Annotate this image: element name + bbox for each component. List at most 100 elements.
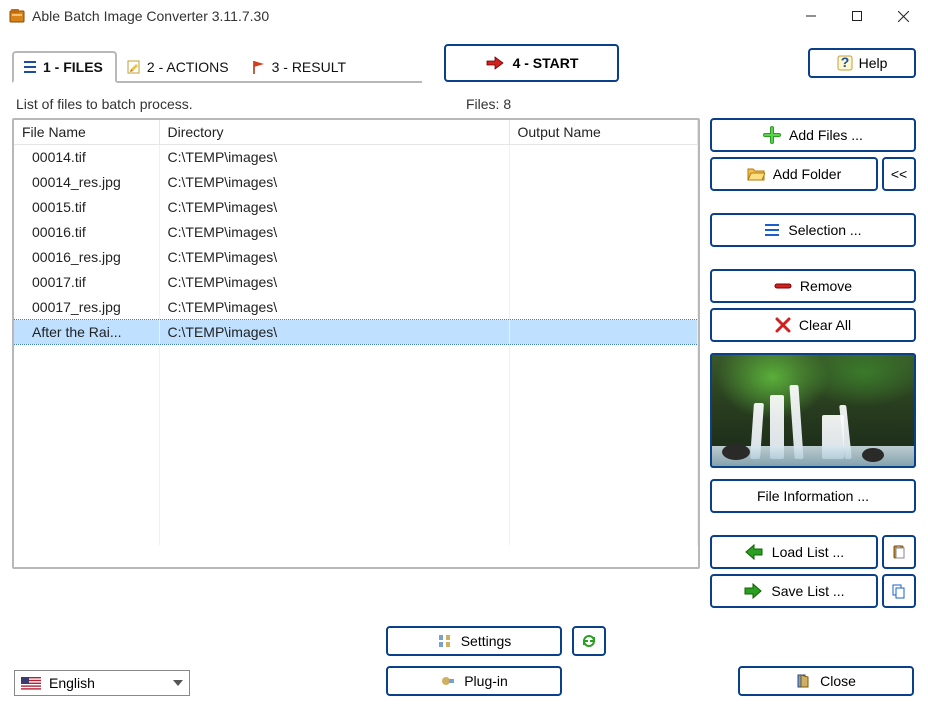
add-folder-label: Add Folder xyxy=(773,166,841,182)
flag-icon xyxy=(251,59,267,75)
cell-output xyxy=(509,295,698,320)
folder-icon xyxy=(747,166,765,182)
titlebar: Able Batch Image Converter 3.11.7.30 xyxy=(0,0,928,32)
table-row-empty xyxy=(14,395,698,420)
refresh-button[interactable] xyxy=(572,626,606,656)
language-selector[interactable]: English xyxy=(14,670,190,696)
load-list-button[interactable]: Load List ... xyxy=(710,535,878,569)
start-button[interactable]: 4 - START xyxy=(444,44,619,82)
table-row[interactable]: 00017.tifC:\TEMP\images\ xyxy=(14,270,698,295)
tab-actions[interactable]: 2 - ACTIONS xyxy=(117,52,242,81)
remove-button[interactable]: Remove xyxy=(710,269,916,303)
chevron-down-icon xyxy=(173,680,183,686)
door-icon xyxy=(796,673,812,689)
settings-icon xyxy=(437,633,453,649)
cell-directory: C:\TEMP\images\ xyxy=(159,245,509,270)
table-row[interactable]: 00014.tifC:\TEMP\images\ xyxy=(14,145,698,170)
clear-all-label: Clear All xyxy=(799,317,851,333)
table-row[interactable]: 00014_res.jpgC:\TEMP\images\ xyxy=(14,170,698,195)
window-title: Able Batch Image Converter 3.11.7.30 xyxy=(32,8,788,24)
tab-result-label: 3 - RESULT xyxy=(272,59,346,75)
clipboard-paste-icon xyxy=(891,544,907,560)
table-row[interactable]: After the Rai...C:\TEMP\images\ xyxy=(14,320,698,345)
table-row-empty xyxy=(14,470,698,495)
table-row-empty xyxy=(14,370,698,395)
app-icon xyxy=(8,7,26,25)
cell-directory: C:\TEMP\images\ xyxy=(159,295,509,320)
plus-icon xyxy=(763,126,781,144)
close-button[interactable]: Close xyxy=(738,666,914,696)
selection-label: Selection ... xyxy=(788,222,861,238)
col-header-filename[interactable]: File Name xyxy=(14,120,159,145)
remove-label: Remove xyxy=(800,278,852,294)
save-list-label: Save List ... xyxy=(771,583,844,599)
selection-button[interactable]: Selection ... xyxy=(710,213,916,247)
file-table[interactable]: File Name Directory Output Name 00014.ti… xyxy=(12,118,700,569)
tab-bar: 1 - FILES 2 - ACTIONS 3 - RESULT xyxy=(12,43,422,83)
cell-directory: C:\TEMP\images\ xyxy=(159,270,509,295)
cell-output xyxy=(509,170,698,195)
table-row-empty xyxy=(14,445,698,470)
col-header-output[interactable]: Output Name xyxy=(509,120,698,145)
cell-directory: C:\TEMP\images\ xyxy=(159,170,509,195)
plugin-button[interactable]: Plug-in xyxy=(386,666,562,696)
add-files-button[interactable]: Add Files ... xyxy=(710,118,916,152)
arrow-left-green-icon xyxy=(744,544,764,560)
selection-lines-icon xyxy=(764,223,780,237)
col-header-directory[interactable]: Directory xyxy=(159,120,509,145)
settings-label: Settings xyxy=(461,633,512,649)
svg-text:?: ? xyxy=(840,55,849,70)
close-label: Close xyxy=(820,673,856,689)
copy-list-button[interactable] xyxy=(882,574,916,608)
add-folder-button[interactable]: Add Folder xyxy=(710,157,878,191)
minus-icon xyxy=(774,281,792,291)
tab-actions-label: 2 - ACTIONS xyxy=(147,59,229,75)
minimize-button[interactable] xyxy=(788,1,834,31)
cell-directory: C:\TEMP\images\ xyxy=(159,320,509,345)
add-folder-more-button[interactable]: << xyxy=(882,157,916,191)
clear-all-button[interactable]: Clear All xyxy=(710,308,916,342)
cell-filename: 00017.tif xyxy=(14,270,159,295)
tab-files[interactable]: 1 - FILES xyxy=(12,51,117,83)
add-files-label: Add Files ... xyxy=(789,127,863,143)
save-list-button[interactable]: Save List ... xyxy=(710,574,878,608)
table-row[interactable]: 00016.tifC:\TEMP\images\ xyxy=(14,220,698,245)
table-row-empty xyxy=(14,520,698,545)
table-row-empty xyxy=(14,420,698,445)
arrow-right-green-icon xyxy=(743,583,763,599)
chevron-left-double-icon: << xyxy=(891,166,907,182)
settings-button[interactable]: Settings xyxy=(386,626,562,656)
edit-icon xyxy=(126,59,142,75)
cell-filename: 00016_res.jpg xyxy=(14,245,159,270)
cell-output xyxy=(509,245,698,270)
plugin-label: Plug-in xyxy=(464,673,508,689)
copy-icon xyxy=(891,583,907,599)
start-label: 4 - START xyxy=(513,55,579,71)
help-button[interactable]: ? Help xyxy=(808,48,916,78)
cell-filename: 00017_res.jpg xyxy=(14,295,159,320)
table-row-empty xyxy=(14,345,698,370)
cell-directory: C:\TEMP\images\ xyxy=(159,220,509,245)
refresh-icon xyxy=(580,632,598,650)
cell-directory: C:\TEMP\images\ xyxy=(159,195,509,220)
close-window-button[interactable] xyxy=(880,1,926,31)
files-count: Files: 8 xyxy=(466,96,511,112)
tab-result[interactable]: 3 - RESULT xyxy=(242,52,359,81)
table-row[interactable]: 00017_res.jpgC:\TEMP\images\ xyxy=(14,295,698,320)
table-row[interactable]: 00016_res.jpgC:\TEMP\images\ xyxy=(14,245,698,270)
tab-files-label: 1 - FILES xyxy=(43,59,103,75)
table-row[interactable]: 00015.tifC:\TEMP\images\ xyxy=(14,195,698,220)
list-header-text: List of files to batch process. xyxy=(16,96,466,112)
flag-us-icon xyxy=(21,677,41,690)
maximize-button[interactable] xyxy=(834,1,880,31)
cell-output xyxy=(509,320,698,345)
paste-list-button[interactable] xyxy=(882,535,916,569)
help-label: Help xyxy=(859,55,888,71)
file-information-button[interactable]: File Information ... xyxy=(710,479,916,513)
x-icon xyxy=(775,317,791,333)
cell-output xyxy=(509,220,698,245)
cell-output xyxy=(509,145,698,170)
cell-filename: 00015.tif xyxy=(14,195,159,220)
cell-output xyxy=(509,195,698,220)
cell-directory: C:\TEMP\images\ xyxy=(159,145,509,170)
